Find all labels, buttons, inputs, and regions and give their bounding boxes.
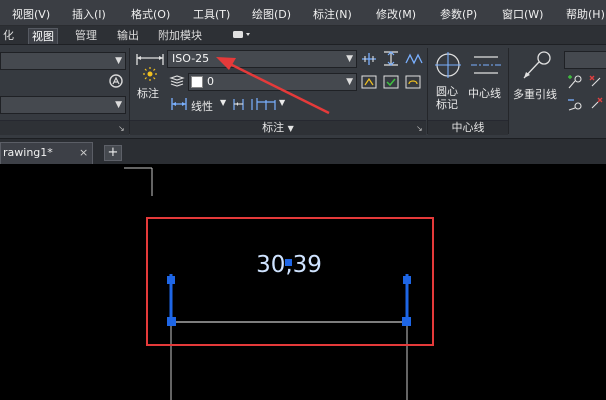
- annotation-arrow-head: [216, 57, 236, 70]
- annotation-arrow-shaft: [227, 61, 330, 115]
- annotation-arrow-layer: [216, 57, 330, 115]
